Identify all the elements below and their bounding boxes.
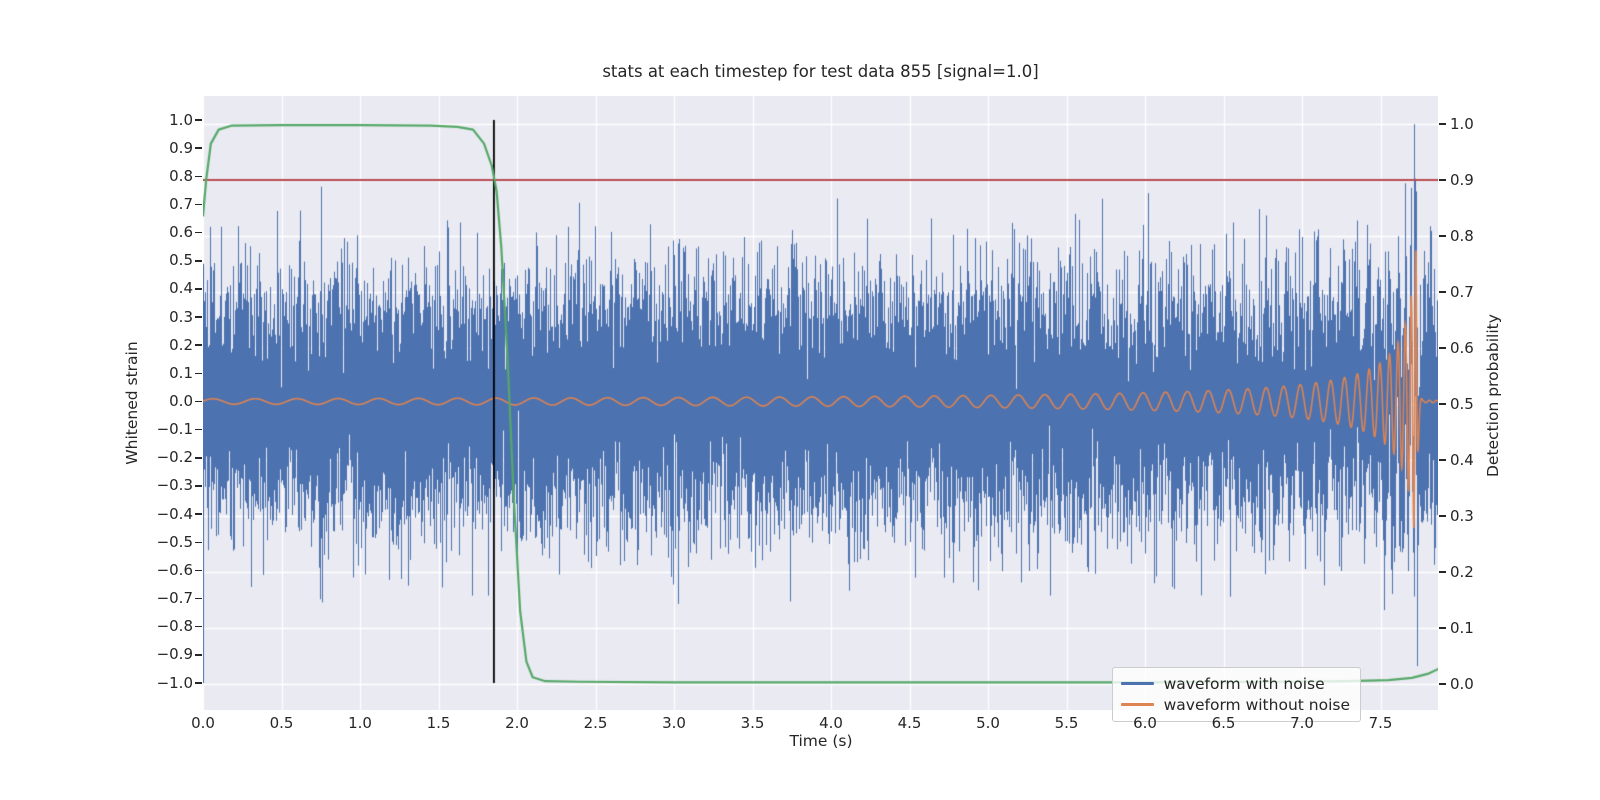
- legend-label: waveform with noise: [1163, 674, 1325, 693]
- left-y-tick-label: 0.1: [169, 363, 193, 382]
- left-y-tick-label: −1.0: [156, 673, 193, 692]
- x-tick-label: 7.5: [1368, 714, 1393, 732]
- left-y-tick-label: 0.2: [169, 335, 193, 354]
- left-y-tick-mark: [195, 625, 202, 628]
- right-y-tick-mark: [1439, 683, 1446, 685]
- right-y-tick-label: 0.0: [1450, 674, 1474, 693]
- right-y-tick-mark: [1439, 403, 1446, 405]
- left-y-tick-mark: [195, 316, 202, 318]
- left-y-tick-label: −0.9: [156, 645, 193, 664]
- left-y-tick-label: 0.4: [169, 279, 193, 298]
- right-y-tick-label: 0.2: [1450, 562, 1474, 581]
- x-axis-label: Time (s): [789, 732, 853, 750]
- legend-item: waveform without noise: [1120, 694, 1350, 715]
- right-y-tick-mark: [1439, 515, 1446, 517]
- left-y-tick-label: −0.1: [156, 420, 193, 439]
- right-y-tick-label: 0.8: [1450, 226, 1474, 245]
- left-y-tick-mark: [195, 428, 202, 431]
- right-y-axis-label: Detection probability: [1484, 314, 1502, 477]
- left-y-tick-label: −0.5: [156, 532, 193, 551]
- x-tick-label: 1.0: [348, 714, 372, 732]
- left-y-axis-label: Whitened strain: [123, 341, 141, 465]
- waveform-chart-canvas: [203, 96, 1438, 710]
- left-y-tick-label: 1.0: [169, 110, 193, 129]
- left-y-tick-label: 0.8: [169, 166, 193, 185]
- left-y-tick-mark: [195, 682, 202, 684]
- left-y-tick-mark: [195, 597, 202, 600]
- legend-line-sample: [1120, 682, 1154, 685]
- left-y-tick-mark: [195, 344, 202, 346]
- left-y-tick-mark: [195, 203, 202, 206]
- left-y-tick-mark: [195, 569, 202, 572]
- left-y-tick-mark: [195, 260, 202, 262]
- x-tick-label: 6.0: [1133, 714, 1157, 732]
- left-y-tick-label: −0.4: [156, 504, 193, 523]
- left-y-tick-mark: [195, 513, 202, 515]
- x-tick-label: 0.0: [191, 714, 215, 732]
- left-y-tick-mark: [195, 119, 202, 121]
- x-tick-label: 7.0: [1290, 714, 1314, 732]
- left-y-tick-label: 0.0: [169, 392, 193, 410]
- right-y-tick-label: 0.1: [1450, 618, 1474, 637]
- right-y-tick-label: 0.7: [1450, 282, 1474, 301]
- left-y-tick-label: 0.5: [169, 251, 193, 270]
- left-y-tick-label: −0.7: [156, 589, 193, 608]
- x-tick-label: 0.5: [269, 714, 294, 732]
- left-y-tick-label: 0.3: [169, 307, 193, 326]
- x-tick-label: 4.0: [819, 714, 843, 732]
- x-tick-label: 4.5: [897, 714, 922, 732]
- figure: stats at each timestep for test data 855…: [0, 0, 1600, 800]
- x-tick-label: 5.5: [1054, 714, 1079, 732]
- left-y-tick-label: −0.6: [156, 560, 193, 579]
- x-tick-label: 3.5: [740, 714, 765, 732]
- x-tick-label: 2.0: [505, 714, 529, 732]
- x-tick-label: 3.0: [662, 714, 686, 732]
- right-y-tick-mark: [1439, 179, 1446, 181]
- x-tick-label: 1.5: [426, 714, 451, 732]
- left-y-tick-mark: [195, 175, 202, 178]
- right-y-tick-label: 0.9: [1450, 170, 1474, 189]
- x-tick-label: 2.5: [583, 714, 608, 732]
- left-y-tick-mark: [195, 147, 202, 149]
- plot-area: waveform with noise waveform without nois…: [203, 96, 1438, 722]
- x-tick-label: 6.5: [1211, 714, 1236, 732]
- right-y-tick-mark: [1439, 627, 1446, 629]
- x-tick-label: 5.0: [976, 714, 1000, 732]
- right-y-tick-mark: [1439, 235, 1446, 237]
- left-y-tick-mark: [195, 372, 202, 375]
- legend-line-sample: [1120, 703, 1154, 706]
- right-y-tick-mark: [1439, 347, 1446, 349]
- right-y-tick-mark: [1439, 123, 1446, 125]
- legend-item: waveform with noise: [1120, 673, 1350, 694]
- chart-title: stats at each timestep for test data 855…: [602, 62, 1039, 81]
- right-y-tick-label: 1.0: [1450, 114, 1474, 133]
- legend-label: waveform without noise: [1163, 695, 1350, 714]
- left-y-tick-label: −0.8: [156, 617, 193, 636]
- left-y-tick-mark: [195, 654, 202, 656]
- left-y-tick-mark: [195, 541, 202, 543]
- right-y-tick-mark: [1439, 459, 1446, 461]
- left-y-tick-mark: [195, 288, 202, 290]
- left-y-tick-mark: [195, 457, 202, 459]
- left-y-tick-mark: [195, 231, 202, 234]
- left-y-tick-mark: [195, 400, 202, 403]
- left-y-tick-label: −0.3: [156, 476, 193, 495]
- left-y-tick-label: 0.9: [169, 138, 193, 157]
- right-y-tick-mark: [1439, 291, 1446, 293]
- right-y-tick-label: 0.3: [1450, 506, 1474, 525]
- right-y-tick-mark: [1439, 571, 1446, 573]
- left-y-tick-label: −0.2: [156, 448, 193, 467]
- left-y-tick-label: 0.6: [169, 223, 193, 242]
- left-y-tick-mark: [195, 485, 202, 487]
- left-y-tick-label: 0.7: [169, 194, 193, 213]
